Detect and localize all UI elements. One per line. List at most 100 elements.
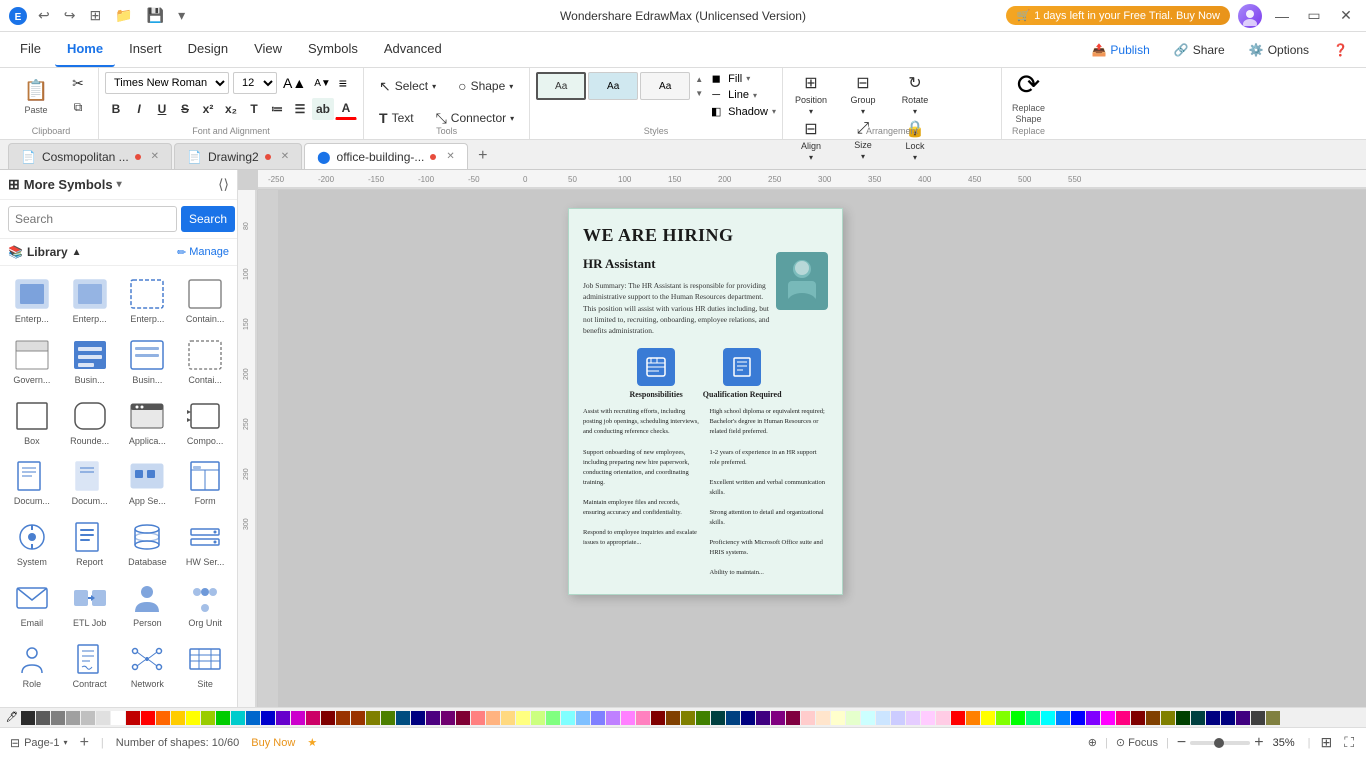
color-swatch-72[interactable] [1101,711,1115,725]
color-swatch-34[interactable] [531,711,545,725]
color-swatch-4[interactable] [81,711,95,725]
color-picker-btn[interactable]: 🖊 [4,711,20,725]
subscript-btn[interactable]: x₂ [220,98,242,120]
color-swatch-76[interactable] [1161,711,1175,725]
color-swatch-24[interactable] [381,711,395,725]
color-swatch-70[interactable] [1071,711,1085,725]
tab-drawing2[interactable]: 📄 Drawing2 ✕ [174,143,302,169]
decrease-font-btn[interactable]: A▼ [312,76,333,91]
focus-btn[interactable]: ⊙ Focus [1116,736,1158,749]
color-swatch-42[interactable] [651,711,665,725]
color-swatch-33[interactable] [516,711,530,725]
replace-shape-group[interactable]: ⟳ ReplaceShape Replace [1002,68,1055,139]
color-swatch-7[interactable] [126,711,140,725]
quick-access[interactable]: ↩ ↪ ⊞ 📁 💾 ▾ [34,5,189,26]
color-swatch-83[interactable] [1266,711,1280,725]
color-swatch-10[interactable] [171,711,185,725]
color-swatch-19[interactable] [306,711,320,725]
fill-dropdown[interactable]: ▾ [746,74,750,83]
color-swatch-58[interactable] [891,711,905,725]
symbol-contract[interactable]: Contract [62,635,118,694]
color-swatch-2[interactable] [51,711,65,725]
open-btn[interactable]: 📁 [111,5,136,26]
symbol-hwser[interactable]: HW Ser... [177,513,233,572]
symbol-database[interactable]: Database [120,513,176,572]
rotate-btn[interactable]: ↻ Rotate ▾ [893,72,937,116]
tab-office-close[interactable]: ✕ [446,151,454,162]
menu-home[interactable]: Home [55,32,115,67]
copy-btn[interactable]: ⧉ [64,97,92,119]
share-btn[interactable]: 🔗 Share [1164,39,1235,61]
undo-btn[interactable]: ↩ [34,5,54,26]
symbol-network[interactable]: Network [120,635,176,694]
font-name-select[interactable]: Times New Roman [105,72,229,94]
text-style-btn[interactable]: T [243,98,265,120]
color-swatch-0[interactable] [21,711,35,725]
group-btn[interactable]: ⊟ Group ▾ [841,72,885,116]
page-nav[interactable]: ⊟ Page-1 ▾ [10,736,68,750]
color-swatch-50[interactable] [771,711,785,725]
shadow-prop[interactable]: ◧ Shadow ▾ [708,105,776,118]
scroll-down-btn[interactable]: ▼ [692,87,706,99]
color-swatch-13[interactable] [216,711,230,725]
color-swatch-21[interactable] [336,711,350,725]
color-swatch-20[interactable] [321,711,335,725]
symbol-compo[interactable]: Compo... [177,392,233,451]
add-tab-btn[interactable]: + [470,143,496,169]
options-btn[interactable]: ⚙️ Options [1239,39,1319,61]
menu-design[interactable]: Design [176,32,240,67]
help-btn[interactable]: ❓ [1323,39,1358,61]
new-btn[interactable]: ⊞ [85,5,105,26]
color-swatch-77[interactable] [1176,711,1190,725]
style-swatch-2[interactable]: Aa [588,72,638,100]
shadow-dropdown[interactable]: ▾ [772,107,776,116]
color-swatch-48[interactable] [741,711,755,725]
color-swatch-40[interactable] [621,711,635,725]
color-swatch-14[interactable] [231,711,245,725]
tab-cosmopolitan-close[interactable]: ✕ [151,151,159,162]
redo-btn[interactable]: ↪ [60,5,80,26]
color-swatch-30[interactable] [471,711,485,725]
color-swatch-78[interactable] [1191,711,1205,725]
color-swatch-35[interactable] [546,711,560,725]
text-color-btn[interactable]: A [335,98,357,120]
symbol-site[interactable]: Site [177,635,233,694]
search-input[interactable] [8,206,177,232]
color-swatch-53[interactable] [816,711,830,725]
color-swatch-15[interactable] [246,711,260,725]
paste-btn[interactable]: 📋 Paste [10,73,62,121]
color-swatch-71[interactable] [1086,711,1100,725]
menu-advanced[interactable]: Advanced [372,32,454,67]
color-swatch-3[interactable] [66,711,80,725]
color-swatch-82[interactable] [1251,711,1265,725]
color-swatch-60[interactable] [921,711,935,725]
list-btn[interactable]: ≔ [266,98,288,120]
color-swatch-26[interactable] [411,711,425,725]
more-btn[interactable]: ▾ [174,5,189,26]
menu-view[interactable]: View [242,32,294,67]
color-swatch-43[interactable] [666,711,680,725]
color-swatch-69[interactable] [1056,711,1070,725]
size-btn[interactable]: ⤢ Size ▾ [841,118,885,162]
user-avatar[interactable] [1238,4,1262,28]
symbol-apps[interactable]: App Se... [120,452,176,511]
align-para-btn[interactable]: ≡ [337,73,349,93]
color-swatch-23[interactable] [366,711,380,725]
color-swatch-36[interactable] [561,711,575,725]
zoom-out-btn[interactable]: − [1177,734,1186,752]
menu-symbols[interactable]: Symbols [296,32,370,67]
color-swatch-25[interactable] [396,711,410,725]
color-swatch-27[interactable] [426,711,440,725]
symbol-enterprise2[interactable]: Enterp... [62,270,118,329]
color-swatch-28[interactable] [441,711,455,725]
symbol-enterprise1[interactable]: Enterp... [4,270,60,329]
color-swatch-17[interactable] [276,711,290,725]
add-page-btn[interactable]: + [80,734,89,752]
color-swatch-5[interactable] [96,711,110,725]
color-swatch-74[interactable] [1131,711,1145,725]
symbol-docum2[interactable]: Docum... [62,452,118,511]
symbol-form[interactable]: Form [177,452,233,511]
bullet-btn[interactable]: ☰ [289,98,311,120]
color-swatch-57[interactable] [876,711,890,725]
symbol-enterprise3[interactable]: Enterp... [120,270,176,329]
